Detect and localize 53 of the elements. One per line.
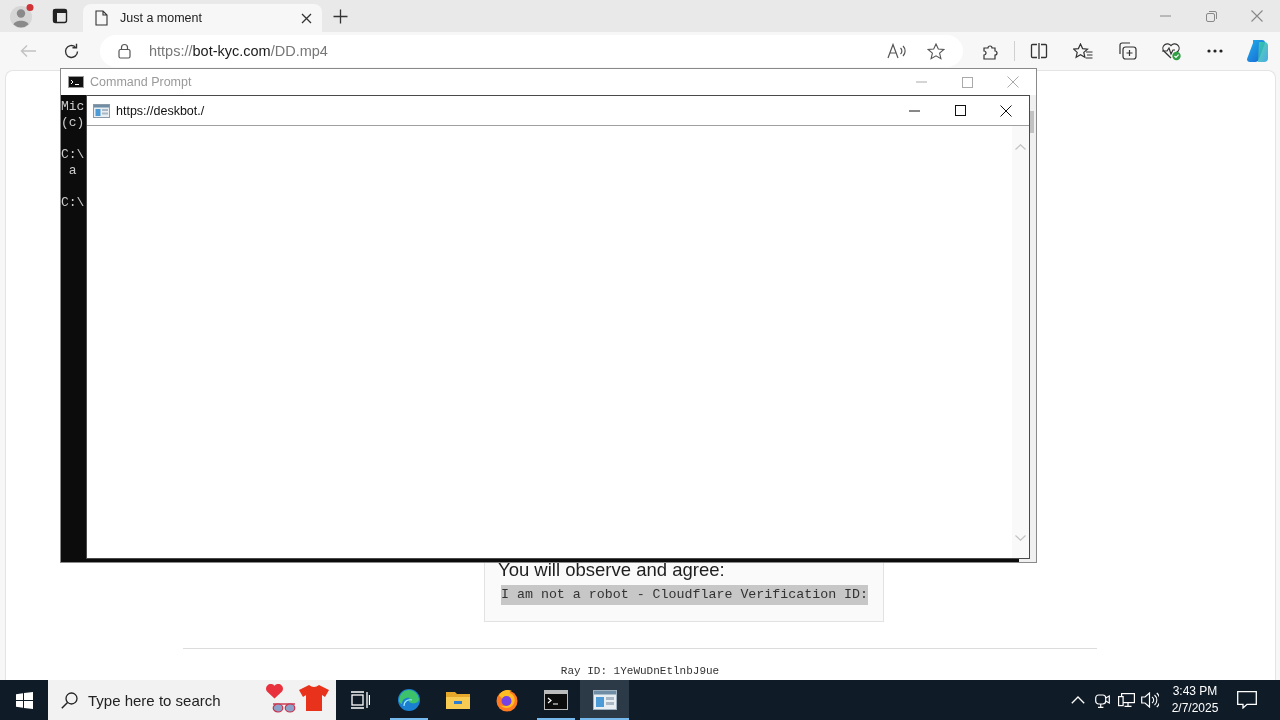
page-icon	[95, 10, 108, 26]
shirt-icon	[298, 684, 330, 712]
search-icon	[61, 692, 78, 709]
app-window-icon	[592, 690, 617, 710]
terminal-icon	[68, 76, 84, 88]
read-aloud-icon[interactable]	[887, 43, 907, 59]
split-screen-icon[interactable]	[1030, 43, 1048, 59]
console-line: (c)	[61, 115, 85, 131]
speaker-icon[interactable]	[1141, 692, 1159, 708]
profile-icon[interactable]	[9, 3, 35, 29]
plus-icon[interactable]	[332, 8, 348, 24]
window-title: Command Prompt	[90, 75, 192, 89]
card-heading: You will observe and agree:	[498, 559, 726, 581]
clock-time[interactable]: 3:43 PM	[1172, 684, 1218, 699]
more-icon[interactable]	[1207, 49, 1223, 53]
notification-icon[interactable]	[1237, 691, 1257, 709]
network-icon[interactable]	[1117, 692, 1135, 708]
heart-pulse-icon[interactable]	[1160, 41, 1182, 61]
ray-id-text: Ray ID: 1YeWuDnEtlnbJ9ue	[560, 664, 720, 678]
window-title: https://deskbot./	[116, 103, 205, 118]
sunglasses-icon	[272, 702, 296, 713]
console-line: C:\	[61, 195, 85, 211]
copilot-icon[interactable]	[1245, 39, 1269, 63]
clock-date[interactable]: 2/7/2025	[1171, 701, 1219, 716]
console-line: Mic	[61, 99, 85, 115]
windows-logo-icon[interactable]	[15, 691, 33, 709]
puzzle-icon[interactable]	[981, 42, 999, 60]
lock-icon	[118, 43, 131, 59]
restore-icon[interactable]	[1205, 10, 1217, 22]
refresh-icon[interactable]	[62, 42, 80, 60]
camera-icon[interactable]	[1094, 692, 1110, 708]
collections-icon[interactable]	[1117, 42, 1137, 60]
task-view-icon[interactable]	[350, 691, 370, 709]
tab-actions-icon[interactable]	[52, 8, 68, 24]
star-icon[interactable]	[927, 42, 945, 60]
browser-tab[interactable]: Just a moment	[83, 4, 322, 32]
close-icon[interactable]	[301, 12, 312, 24]
folder-icon	[445, 690, 470, 710]
heart-icon	[265, 684, 284, 699]
close-icon[interactable]	[1000, 104, 1012, 117]
maximize-icon[interactable]	[954, 105, 966, 116]
console-line: a	[67, 163, 77, 179]
favorites-icon[interactable]	[1073, 42, 1093, 60]
app-window-icon	[93, 103, 110, 118]
taskbar-button[interactable]	[580, 680, 629, 720]
verification-text: I am not a robot - Cloudflare Verification ID:	[501, 585, 869, 605]
terminal-icon	[543, 690, 568, 710]
fox-globe-icon	[494, 688, 519, 712]
minimize-icon[interactable]	[908, 109, 920, 112]
console-line: C:\	[61, 147, 85, 163]
search-field[interactable]: Type here to search	[48, 680, 336, 720]
wave-globe-icon	[396, 688, 421, 712]
address-bar[interactable]: https://bot-kyc.com/DD.mp4	[100, 35, 963, 67]
